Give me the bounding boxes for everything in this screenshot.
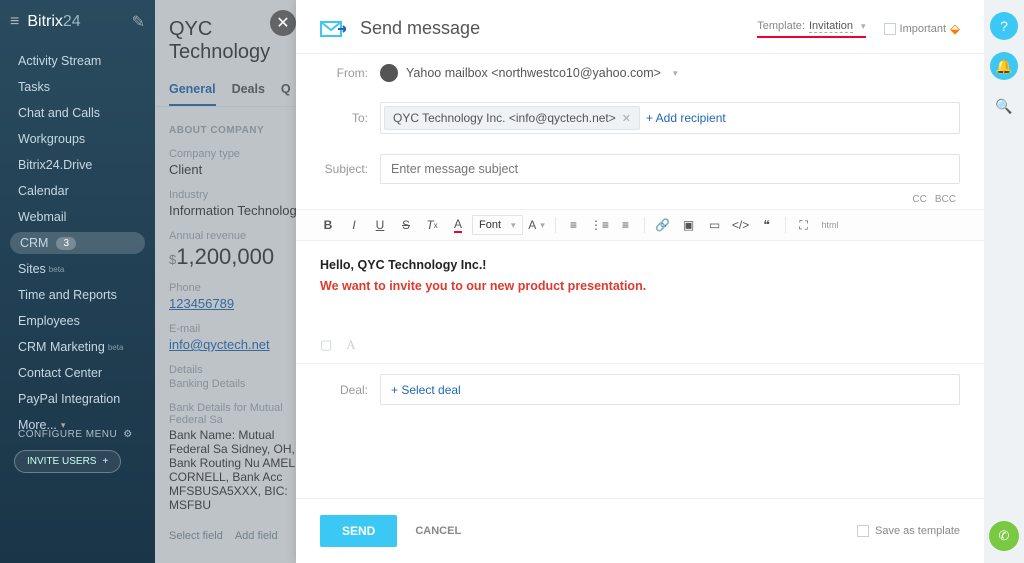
from-selector[interactable]: Yahoo mailbox <northwestco10@yahoo.com>▾ <box>380 64 678 82</box>
important-toggle[interactable]: Important⬙ <box>884 21 960 37</box>
compose-title: Send message <box>360 18 480 39</box>
tab-general[interactable]: General <box>169 74 216 106</box>
sidebar: ≡ Bitrix24 ✎ Activity Stream Tasks Chat … <box>0 0 155 563</box>
nav-paypal[interactable]: PayPal Integration <box>0 386 155 412</box>
unordered-list-button[interactable]: ⋮≡ <box>588 214 612 236</box>
strike-button[interactable]: S <box>394 214 418 236</box>
font-selector[interactable]: Font▾ <box>472 215 523 235</box>
nav: Activity Stream Tasks Chat and Calls Wor… <box>0 44 155 442</box>
italic-button[interactable]: I <box>342 214 366 236</box>
chevron-down-icon: ▾ <box>861 21 866 32</box>
nav-time-reports[interactable]: Time and Reports <box>0 282 155 308</box>
nav-crm-marketing[interactable]: CRM Marketingbeta <box>0 334 155 360</box>
message-editor[interactable]: Hello, QYC Technology Inc.! We want to i… <box>296 241 984 331</box>
flame-icon: ⬙ <box>950 21 960 37</box>
nav-sites[interactable]: Sitesbeta <box>0 256 155 282</box>
from-label: From: <box>320 66 368 80</box>
tab-q[interactable]: Q <box>281 74 291 106</box>
menu-icon[interactable]: ≡ <box>10 13 19 31</box>
phone-link[interactable]: 123456789 <box>169 296 310 311</box>
configure-menu[interactable]: CONFIGURE MENU⚙ <box>0 429 155 450</box>
pencil-icon[interactable]: ✎ <box>132 12 145 32</box>
send-button[interactable]: SEND <box>320 515 397 547</box>
nav-tasks[interactable]: Tasks <box>0 74 155 100</box>
invite-users-button[interactable]: INVITE USERS+ <box>14 450 121 473</box>
template-selector[interactable]: Template: Invitation ▾ <box>757 20 865 38</box>
nav-drive[interactable]: Bitrix24.Drive <box>0 152 155 178</box>
deal-selector[interactable]: + Select deal <box>380 374 960 405</box>
nav-webmail[interactable]: Webmail <box>0 204 155 230</box>
revenue-value: $1,200,000 <box>169 244 310 270</box>
logo: Bitrix24 <box>27 13 80 31</box>
sidebar-header: ≡ Bitrix24 ✎ <box>0 0 155 44</box>
nav-activity-stream[interactable]: Activity Stream <box>0 48 155 74</box>
html-toggle[interactable]: html <box>822 220 839 230</box>
nav-calendar[interactable]: Calendar <box>0 178 155 204</box>
bold-button[interactable]: B <box>316 214 340 236</box>
select-field-link[interactable]: Select field <box>169 530 223 542</box>
save-as-template-toggle[interactable]: Save as template <box>857 525 960 537</box>
chevron-down-icon: ▾ <box>673 68 678 79</box>
crm-badge: 3 <box>56 237 76 250</box>
editor-toolbar: B I U S Tx A Font▾ A▾ ≡ ⋮≡ ≡ 🔗 ▣ ▭ </> ❝… <box>296 209 984 241</box>
subject-label: Subject: <box>320 162 368 176</box>
quote-button[interactable]: ❝ <box>755 214 779 236</box>
clear-format-button[interactable]: Tx <box>420 214 444 236</box>
video-button[interactable]: ▭ <box>703 214 727 236</box>
right-rail: ? 🔔 🔍 ✆ <box>984 0 1024 563</box>
subject-input[interactable] <box>380 154 960 184</box>
to-label: To: <box>320 111 368 125</box>
nav-chat[interactable]: Chat and Calls <box>0 100 155 126</box>
mail-icon <box>320 19 346 39</box>
fullscreen-button[interactable]: ⛶ <box>792 214 816 236</box>
recipient-chip: QYC Technology Inc. <info@qyctech.net>✕ <box>384 106 640 130</box>
cancel-button[interactable]: CANCEL <box>415 525 461 537</box>
email-link[interactable]: info@qyctech.net <box>169 337 310 352</box>
close-panel-button[interactable]: ✕ <box>270 10 296 36</box>
text-icon[interactable]: A <box>346 337 355 353</box>
notifications-button[interactable]: 🔔 <box>990 52 1018 80</box>
tab-deals[interactable]: Deals <box>232 74 265 106</box>
nav-crm[interactable]: CRM3 <box>10 232 145 254</box>
deal-label: Deal: <box>320 383 368 397</box>
avatar-icon <box>380 64 398 82</box>
link-button[interactable]: 🔗 <box>651 214 675 236</box>
to-input[interactable]: QYC Technology Inc. <info@qyctech.net>✕ … <box>380 102 960 134</box>
text-color-button[interactable]: A <box>446 214 470 236</box>
add-field-link[interactable]: Add field <box>235 530 278 542</box>
plus-icon: + <box>102 456 108 467</box>
font-size-button[interactable]: A▾ <box>525 214 549 236</box>
image-button[interactable]: ▣ <box>677 214 701 236</box>
attach-icon[interactable]: ▢ <box>320 337 332 353</box>
remove-chip-icon[interactable]: ✕ <box>622 112 631 125</box>
ordered-list-button[interactable]: ≡ <box>562 214 586 236</box>
bcc-link[interactable]: BCC <box>935 194 956 205</box>
nav-contact-center[interactable]: Contact Center <box>0 360 155 386</box>
call-button[interactable]: ✆ <box>989 521 1019 551</box>
nav-workgroups[interactable]: Workgroups <box>0 126 155 152</box>
underline-button[interactable]: U <box>368 214 392 236</box>
add-recipient-link[interactable]: + Add recipient <box>646 111 726 125</box>
code-button[interactable]: </> <box>729 214 753 236</box>
nav-employees[interactable]: Employees <box>0 308 155 334</box>
compose-panel: Send message Template: Invitation ▾ Impo… <box>296 0 984 563</box>
search-button[interactable]: 🔍 <box>990 92 1018 120</box>
help-button[interactable]: ? <box>990 12 1018 40</box>
align-button[interactable]: ≡ <box>614 214 638 236</box>
cc-link[interactable]: CC <box>912 194 926 205</box>
gear-icon: ⚙ <box>123 429 132 440</box>
